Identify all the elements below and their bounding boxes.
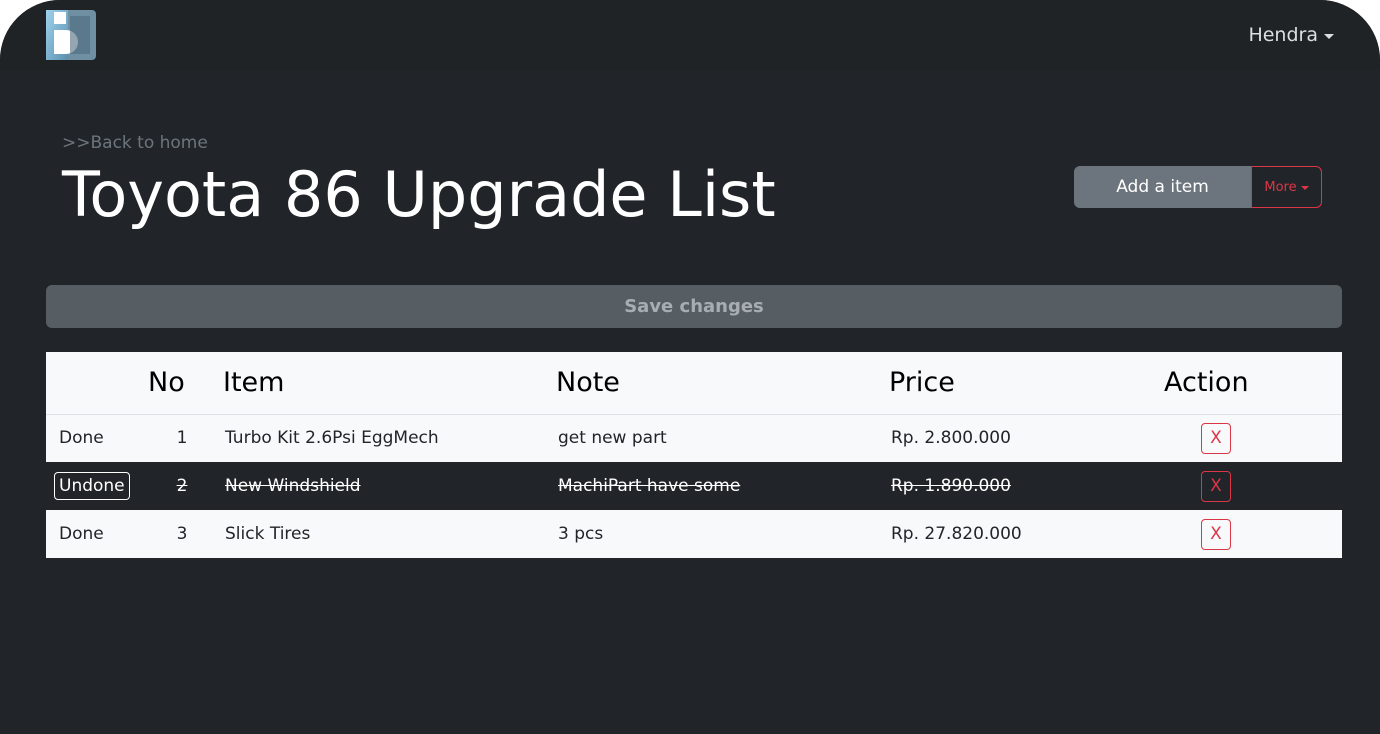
item-price: Rp. 2.800.000 xyxy=(891,428,1011,449)
chevron-down-icon xyxy=(1300,186,1309,190)
item-name: Slick Tires xyxy=(225,524,311,544)
add-item-button[interactable]: Add a item xyxy=(1074,166,1251,208)
table-row: Done 1 Turbo Kit 2.6Psi EggMech get new … xyxy=(46,414,1342,462)
column-header-no: No xyxy=(148,352,216,415)
mark-done-toggle[interactable]: Done xyxy=(59,524,104,544)
mark-done-toggle[interactable]: Done xyxy=(59,428,104,448)
delete-item-button[interactable]: X xyxy=(1201,422,1231,454)
item-name: Turbo Kit 2.6Psi EggMech xyxy=(225,428,439,449)
table-header-row: No Item Note Price Action xyxy=(46,352,1342,415)
delete-item-button[interactable]: X xyxy=(1201,470,1231,502)
item-note: MachiPart have some xyxy=(558,476,741,496)
column-header-note: Note xyxy=(549,352,882,415)
more-button-label: More xyxy=(1264,179,1297,195)
item-price: Rp. 27.820.000 xyxy=(891,524,1022,544)
page-title: Toyota 86 Upgrade List xyxy=(62,158,776,231)
user-dropdown[interactable]: Hendra xyxy=(1248,22,1334,48)
row-number: 1 xyxy=(176,428,188,449)
item-note: get new part xyxy=(558,428,667,449)
row-number: 3 xyxy=(176,524,188,544)
table-row: Done 3 Slick Tires 3 pcs Rp. 27.820.000 … xyxy=(46,510,1342,558)
column-header-status xyxy=(46,352,148,415)
upgrade-items-table: No Item Note Price Action Done 1 Turbo K… xyxy=(46,352,1342,558)
mark-undone-toggle[interactable]: Undone xyxy=(54,472,130,500)
column-header-action: Action xyxy=(1164,352,1342,415)
brand-logo-icon[interactable] xyxy=(46,10,96,60)
item-price: Rp. 1.890.000 xyxy=(891,476,1011,496)
item-note: 3 pcs xyxy=(558,524,604,544)
item-name: New Windshield xyxy=(225,476,361,496)
save-changes-button[interactable]: Save changes xyxy=(46,285,1342,328)
user-name: Hendra xyxy=(1248,24,1318,46)
row-number: 2 xyxy=(176,476,188,496)
column-header-price: Price xyxy=(882,352,1164,415)
column-header-item: Item xyxy=(216,352,549,415)
app-window: Hendra >>Back to home Toyota 86 Upgrade … xyxy=(0,0,1380,734)
action-button-group: Add a item More xyxy=(1074,166,1322,208)
back-to-home-link[interactable]: >>Back to home xyxy=(62,133,208,153)
more-dropdown-button[interactable]: More xyxy=(1251,166,1322,208)
navbar: Hendra xyxy=(0,0,1380,70)
chevron-down-icon xyxy=(1324,33,1334,39)
delete-item-button[interactable]: X xyxy=(1201,518,1231,550)
table-row: Undone 2 New Windshield MachiPart have s… xyxy=(46,462,1342,510)
